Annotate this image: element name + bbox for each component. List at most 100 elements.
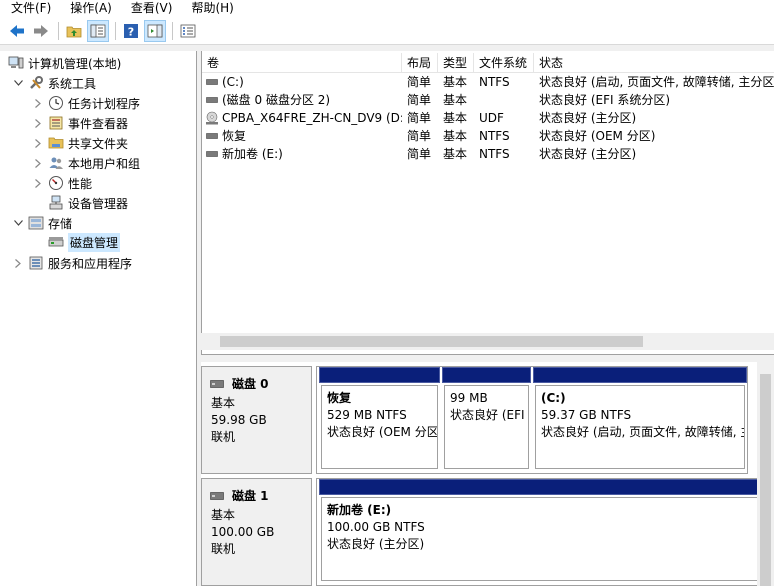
table-row[interactable]: 恢复 简单 基本 NTFS 状态良好 (OEM 分区) xyxy=(202,127,774,145)
volume-filesystem: NTFS xyxy=(479,75,510,89)
forward-arrow-icon[interactable] xyxy=(30,20,52,42)
tree-item-shared-folders[interactable]: 共享文件夹 xyxy=(32,133,128,153)
table-row[interactable]: (C:) 简单 基本 NTFS 状态良好 (启动, 页面文件, 故障转储, 主分… xyxy=(202,73,774,91)
action-pane-icon[interactable] xyxy=(144,19,166,42)
back-arrow-icon[interactable] xyxy=(6,20,28,42)
show-hide-tree-icon[interactable] xyxy=(87,19,109,42)
volume-filesystem: UDF xyxy=(479,111,504,125)
menu-action[interactable]: 操作(A) xyxy=(59,1,120,16)
menu-view[interactable]: 查看(V) xyxy=(120,1,181,16)
tree-label: 性能 xyxy=(68,176,93,191)
up-folder-icon[interactable] xyxy=(63,20,85,42)
scrollbar-thumb[interactable] xyxy=(220,336,643,347)
toolbar-separator xyxy=(115,21,116,40)
partition-e[interactable]: 新加卷 (E:) 100.00 GB NTFS 状态良好 (主分区) xyxy=(319,479,765,583)
chevron-right-icon[interactable] xyxy=(12,257,24,269)
disk-management-icon xyxy=(48,234,64,250)
column-header-status[interactable]: 状态 xyxy=(534,53,774,73)
tree-label: 共享文件夹 xyxy=(68,136,129,151)
help-icon[interactable]: ? xyxy=(120,20,142,42)
chevron-right-icon[interactable] xyxy=(32,137,44,149)
volume-status: 状态良好 (EFI 系统分区) xyxy=(539,93,671,107)
vertical-scrollbar[interactable] xyxy=(757,362,774,586)
tree-item-device-manager[interactable]: 设备管理器 xyxy=(48,193,128,213)
partition-size: 59.37 GB NTFS xyxy=(541,408,632,422)
disk-0-label[interactable]: 磁盘 0 基本 59.98 GB 联机 xyxy=(201,366,312,474)
horizontal-scrollbar[interactable] xyxy=(201,333,774,350)
tree-item-disk-management[interactable]: 磁盘管理 xyxy=(48,232,121,252)
tree-label: 设备管理器 xyxy=(68,196,129,211)
tree-item-event-viewer[interactable]: 事件查看器 xyxy=(32,113,128,133)
scrollbar-thumb[interactable] xyxy=(760,374,771,586)
volume-layout: 简单 xyxy=(407,129,432,143)
volume-type: 基本 xyxy=(443,93,468,107)
volume-icon xyxy=(205,75,219,89)
table-row[interactable]: CPBA_X64FRE_ZH-CN_DV9 (D:) 简单 基本 UDF 状态良… xyxy=(202,109,774,127)
partition-efi[interactable]: 99 MB 状态良好 (EFI 系统分区) xyxy=(442,367,531,471)
partition-size: 529 MB NTFS xyxy=(327,408,407,422)
disk-graphical-view: 磁盘 0 基本 59.98 GB 联机 恢复 529 MB NTFS 状态良好 … xyxy=(201,362,774,586)
partition-title: 新加卷 (E:) xyxy=(327,503,392,517)
tree-item-local-users-groups[interactable]: 本地用户和组 xyxy=(32,153,140,173)
disk-1-label[interactable]: 磁盘 1 基本 100.00 GB 联机 xyxy=(201,478,312,586)
partition-size: 99 MB xyxy=(450,391,488,405)
tree-item-system-tools[interactable]: 系统工具 xyxy=(12,73,96,93)
table-row[interactable]: (磁盘 0 磁盘分区 2) 简单 基本 状态良好 (EFI 系统分区) xyxy=(202,91,774,109)
column-header-filesystem[interactable]: 文件系统 xyxy=(474,53,534,73)
tree-label: 磁盘管理 xyxy=(68,232,121,252)
volume-filesystem: NTFS xyxy=(479,147,510,161)
partition-bar xyxy=(319,367,440,383)
column-header-layout[interactable]: 布局 xyxy=(402,53,438,73)
table-row[interactable]: 新加卷 (E:) 简单 基本 NTFS 状态良好 (主分区) xyxy=(202,145,774,163)
tree-label: 系统工具 xyxy=(48,76,97,91)
event-viewer-icon xyxy=(48,115,64,131)
tree-item-task-scheduler[interactable]: 任务计划程序 xyxy=(32,93,140,113)
menu-help[interactable]: 帮助(H) xyxy=(180,1,241,16)
disk-kind: 基本 xyxy=(211,508,236,522)
menu-file[interactable]: 文件(F) xyxy=(0,1,59,16)
column-header-volume[interactable]: 卷 xyxy=(202,53,402,73)
volume-name: (C:) xyxy=(222,75,244,89)
shared-folder-icon xyxy=(48,135,64,151)
chevron-right-icon[interactable] xyxy=(32,177,44,189)
volume-list: 卷 布局 类型 文件系统 状态 (C:) 简单 基本 NTFS 状态良好 (启动… xyxy=(201,51,774,354)
tree-item-storage[interactable]: 存储 xyxy=(12,213,72,233)
disk-name: 磁盘 1 xyxy=(232,489,269,503)
tree-label: 事件查看器 xyxy=(68,116,129,131)
tree-label: 本地用户和组 xyxy=(68,156,141,171)
volume-name: 新加卷 (E:) xyxy=(222,147,283,161)
chevron-right-icon[interactable] xyxy=(32,157,44,169)
column-header-type[interactable]: 类型 xyxy=(438,53,474,73)
clock-icon xyxy=(48,95,64,111)
chevron-right-icon[interactable] xyxy=(32,117,44,129)
volume-icon xyxy=(205,93,219,107)
volume-type: 基本 xyxy=(443,75,468,89)
disk-name: 磁盘 0 xyxy=(232,377,269,391)
tree-label: 计算机管理(本地) xyxy=(28,56,122,71)
list-graph-splitter[interactable] xyxy=(201,354,774,362)
partition-c[interactable]: (C:) 59.37 GB NTFS 状态良好 (启动, 页面文件, 故障转储,… xyxy=(533,367,747,471)
console-tree: 计算机管理(本地) 系统工具 任务计划程序 事件查看器 共享文件夹 本地用户和组… xyxy=(0,51,197,586)
partition-title: (C:) xyxy=(541,391,566,405)
toolbar-separator xyxy=(172,21,173,40)
disk-state: 联机 xyxy=(211,542,236,556)
disk-icon xyxy=(210,378,226,390)
computer-icon xyxy=(8,55,24,71)
properties-icon[interactable] xyxy=(177,20,199,42)
volume-status: 状态良好 (启动, 页面文件, 故障转储, 主分区) xyxy=(539,75,774,89)
volume-list-header: 卷 布局 类型 文件系统 状态 xyxy=(202,53,774,73)
tree-item-services-applications[interactable]: 服务和应用程序 xyxy=(12,253,132,273)
partition-recovery[interactable]: 恢复 529 MB NTFS 状态良好 (OEM 分区) xyxy=(319,367,440,471)
tree-item-performance[interactable]: 性能 xyxy=(32,173,92,193)
chevron-right-icon[interactable] xyxy=(32,97,44,109)
tree-item-computer-management[interactable]: 计算机管理(本地) xyxy=(8,53,121,73)
volume-layout: 简单 xyxy=(407,93,432,107)
tree-label: 服务和应用程序 xyxy=(48,256,133,271)
volume-layout: 简单 xyxy=(407,111,432,125)
volume-status: 状态良好 (主分区) xyxy=(539,111,637,125)
partition-bar xyxy=(442,367,531,383)
chevron-down-icon[interactable] xyxy=(12,77,24,89)
volume-icon xyxy=(205,147,219,161)
volume-type: 基本 xyxy=(443,129,468,143)
chevron-down-icon[interactable] xyxy=(12,217,24,229)
